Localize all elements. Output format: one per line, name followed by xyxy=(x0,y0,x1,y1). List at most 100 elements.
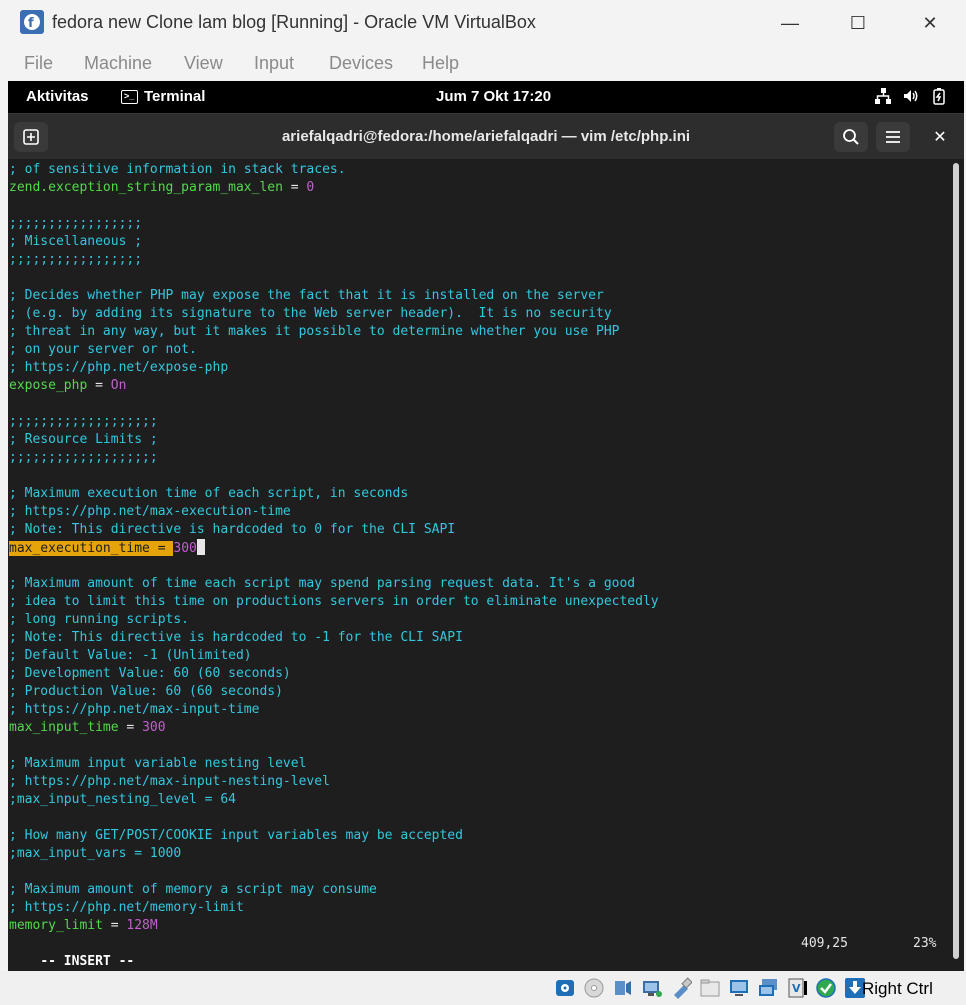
code-line[interactable]: ; threat in any way, but it makes it pos… xyxy=(9,323,659,341)
code-token-comment: ; on your server or not. xyxy=(9,342,197,357)
code-line[interactable]: ; idea to limit this time on productions… xyxy=(9,593,659,611)
code-line[interactable]: ; Maximum execution time of each script,… xyxy=(9,485,659,503)
code-line[interactable]: ; Default Value: -1 (Unlimited) xyxy=(9,647,659,665)
code-line[interactable]: ; Note: This directive is hardcoded to -… xyxy=(9,629,659,647)
app-name: Terminal xyxy=(144,88,206,105)
code-line[interactable]: ; https://php.net/memory-limit xyxy=(9,899,659,917)
code-line[interactable]: ; long running scripts. xyxy=(9,611,659,629)
minimize-button[interactable]: — xyxy=(770,8,810,38)
code-line[interactable]: ; Maximum amount of time each script may… xyxy=(9,575,659,593)
cpu-vtx-icon[interactable]: V xyxy=(784,976,809,1000)
menu-input[interactable]: Input xyxy=(254,53,294,74)
search-button[interactable] xyxy=(834,122,868,152)
audio-icon[interactable] xyxy=(610,976,635,1000)
code-line[interactable]: ;;;;;;;;;;;;;;;;; xyxy=(9,215,659,233)
system-menu[interactable] xyxy=(874,87,948,105)
code-line[interactable]: ; Miscellaneous ; xyxy=(9,233,659,251)
code-line[interactable] xyxy=(9,197,659,215)
shared-folders-icon[interactable] xyxy=(697,976,722,1000)
code-token-key: expose_php xyxy=(9,378,88,393)
code-line[interactable] xyxy=(9,557,659,575)
app-menu-terminal[interactable]: >_ Terminal xyxy=(121,88,205,105)
clock[interactable]: Jum 7 Okt 17:20 xyxy=(436,88,551,105)
code-line[interactable]: ; of sensitive information in stack trac… xyxy=(9,161,659,179)
code-token-comment: ;max_input_nesting_level = 64 xyxy=(9,792,236,807)
close-terminal-button[interactable]: ✕ xyxy=(928,126,952,148)
code-token-comment: ; Note: This directive is hardcoded to -… xyxy=(9,630,463,645)
code-line[interactable]: ; https://php.net/max-input-time xyxy=(9,701,659,719)
code-line[interactable]: ;;;;;;;;;;;;;;;;; xyxy=(9,251,659,269)
code-line[interactable] xyxy=(9,809,659,827)
display-icon[interactable] xyxy=(726,976,751,1000)
code-line[interactable]: ; How many GET/POST/COOKIE input variabl… xyxy=(9,827,659,845)
code-token-comment: ; threat in any way, but it makes it pos… xyxy=(9,324,620,339)
video-capture-icon[interactable] xyxy=(755,976,780,1000)
svg-text:V: V xyxy=(792,982,801,995)
code-line[interactable] xyxy=(9,737,659,755)
activities-button[interactable]: Aktivitas xyxy=(26,88,89,105)
menu-file[interactable]: File xyxy=(24,53,53,74)
code-line[interactable]: ; https://php.net/max-execution-time xyxy=(9,503,659,521)
maximize-button[interactable]: ☐ xyxy=(838,8,878,38)
terminal-icon: >_ xyxy=(121,89,138,104)
code-token-comment: ; Development Value: 60 (60 seconds) xyxy=(9,666,291,681)
code-line[interactable]: ; https://php.net/max-input-nesting-leve… xyxy=(9,773,659,791)
guest-additions-icon[interactable] xyxy=(813,976,838,1000)
code-line[interactable]: ; Resource Limits ; xyxy=(9,431,659,449)
code-line[interactable]: ; Development Value: 60 (60 seconds) xyxy=(9,665,659,683)
code-token-comment: ; Maximum execution time of each script,… xyxy=(9,486,409,501)
code-token-op: = xyxy=(118,720,143,735)
battery-icon xyxy=(933,88,945,105)
code-line[interactable]: ;;;;;;;;;;;;;;;;;;; xyxy=(9,413,659,431)
code-line[interactable]: ;max_input_nesting_level = 64 xyxy=(9,791,659,809)
code-token-comment: ; Decides whether PHP may expose the fac… xyxy=(9,288,604,303)
code-line[interactable]: ; Production Value: 60 (60 seconds) xyxy=(9,683,659,701)
code-token-comment: ; https://php.net/max-execution-time xyxy=(9,504,291,519)
menu-machine[interactable]: Machine xyxy=(84,53,152,74)
code-line[interactable]: ; https://php.net/expose-php xyxy=(9,359,659,377)
vim-status-line: -- INSERT -- 409,25 23% xyxy=(9,935,949,969)
terminal-scrollbar[interactable] xyxy=(953,163,959,959)
network-adapter-icon[interactable] xyxy=(639,976,664,1000)
code-line[interactable] xyxy=(9,863,659,881)
optical-drive-icon[interactable] xyxy=(581,976,606,1000)
code-line[interactable]: max_input_time = 300 xyxy=(9,719,659,737)
code-line[interactable] xyxy=(9,467,659,485)
code-line[interactable]: ;;;;;;;;;;;;;;;;;;; xyxy=(9,449,659,467)
window-titlebar: f fedora new Clone lam blog [Running] - … xyxy=(0,0,966,45)
text-cursor xyxy=(196,539,205,555)
code-line[interactable]: zend.exception_string_param_max_len = 0 xyxy=(9,179,659,197)
search-icon xyxy=(843,129,859,145)
code-line[interactable]: ; Note: This directive is hardcoded to 0… xyxy=(9,521,659,539)
menu-view[interactable]: View xyxy=(184,53,223,74)
code-line[interactable]: ; (e.g. by adding its signature to the W… xyxy=(9,305,659,323)
code-line[interactable]: ; Maximum amount of memory a script may … xyxy=(9,881,659,899)
code-line[interactable]: memory_limit = 128M xyxy=(9,917,659,935)
code-token-val: 0 xyxy=(306,180,315,195)
code-line[interactable]: max_execution_time = 300 xyxy=(9,539,659,557)
code-line[interactable]: ;max_input_vars = 1000 xyxy=(9,845,659,863)
code-token-comment: ; Maximum amount of memory a script may … xyxy=(9,882,377,897)
code-line[interactable] xyxy=(9,395,659,413)
code-line[interactable] xyxy=(9,269,659,287)
vim-buffer[interactable]: ; of sensitive information in stack trac… xyxy=(9,161,659,935)
code-token-comment: ; of sensitive information in stack trac… xyxy=(9,162,346,177)
cursor-position: 409,25 xyxy=(801,936,848,951)
code-line[interactable]: ; Decides whether PHP may expose the fac… xyxy=(9,287,659,305)
usb-icon[interactable] xyxy=(668,976,693,1000)
code-token-comment: ; Maximum input variable nesting level xyxy=(9,756,307,771)
virtualbox-fedora-icon: f xyxy=(20,10,44,34)
hamburger-menu-button[interactable] xyxy=(876,122,910,152)
terminal-content[interactable]: ; of sensitive information in stack trac… xyxy=(8,159,964,971)
terminal-headerbar: ariefalqadri@fedora:/home/ariefalqadri —… xyxy=(8,113,964,159)
code-token-val: 128M xyxy=(126,918,158,933)
hard-disk-icon[interactable] xyxy=(552,976,577,1000)
code-line[interactable]: expose_php = On xyxy=(9,377,659,395)
menu-devices[interactable]: Devices xyxy=(329,53,393,74)
code-token-hl: max_execution_time = xyxy=(9,541,174,556)
code-line[interactable]: ; on your server or not. xyxy=(9,341,659,359)
close-window-button[interactable]: ✕ xyxy=(910,8,950,38)
menu-help[interactable]: Help xyxy=(422,53,459,74)
code-token-comment: ; Miscellaneous ; xyxy=(9,234,143,249)
code-line[interactable]: ; Maximum input variable nesting level xyxy=(9,755,659,773)
